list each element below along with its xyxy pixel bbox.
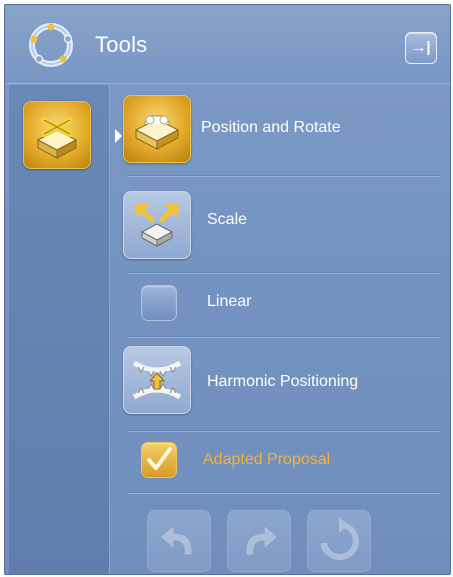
position-rotate-icon bbox=[36, 117, 78, 159]
linear-checkbox[interactable] bbox=[141, 285, 177, 321]
reset-button[interactable] bbox=[307, 510, 371, 572]
adapted-proposal-label: Adapted Proposal bbox=[203, 451, 331, 468]
divider bbox=[127, 492, 440, 494]
tools-wheel-icon bbox=[27, 21, 75, 69]
divider bbox=[127, 336, 440, 338]
selection-pointer-icon bbox=[115, 129, 122, 143]
panel-title: Tools bbox=[95, 32, 148, 57]
position-rotate-icon bbox=[134, 114, 180, 150]
scale-button[interactable] bbox=[123, 191, 191, 259]
linear-label: Linear bbox=[207, 293, 252, 310]
adapted-proposal-checkbox[interactable] bbox=[141, 442, 177, 478]
scale-icon bbox=[135, 203, 179, 247]
divider bbox=[127, 430, 440, 432]
checkmark-icon bbox=[147, 447, 172, 470]
harmonic-positioning-icon bbox=[132, 360, 182, 400]
reset-icon bbox=[320, 517, 359, 560]
collapse-panel-icon: →| bbox=[411, 39, 431, 56]
sidebar-item-position-rotate[interactable] bbox=[23, 101, 91, 169]
tool-category-sidebar bbox=[9, 85, 110, 574]
scale-label: Scale bbox=[207, 211, 248, 228]
position-rotate-button[interactable] bbox=[123, 95, 191, 163]
divider bbox=[127, 272, 440, 274]
redo-icon bbox=[245, 523, 279, 556]
collapse-panel-button[interactable]: →| bbox=[405, 32, 437, 64]
tools-panel: Tools →| Position and Rotate Scale Linea… bbox=[4, 4, 451, 575]
redo-button[interactable] bbox=[227, 510, 291, 572]
undo-icon bbox=[159, 523, 193, 556]
position-rotate-label: Position and Rotate bbox=[201, 119, 341, 136]
harmonic-positioning-button[interactable] bbox=[123, 346, 191, 414]
divider bbox=[127, 175, 440, 177]
harmonic-positioning-label: Harmonic Positioning bbox=[207, 373, 359, 390]
panel-header: Tools →| bbox=[5, 5, 450, 84]
undo-button[interactable] bbox=[147, 510, 211, 572]
